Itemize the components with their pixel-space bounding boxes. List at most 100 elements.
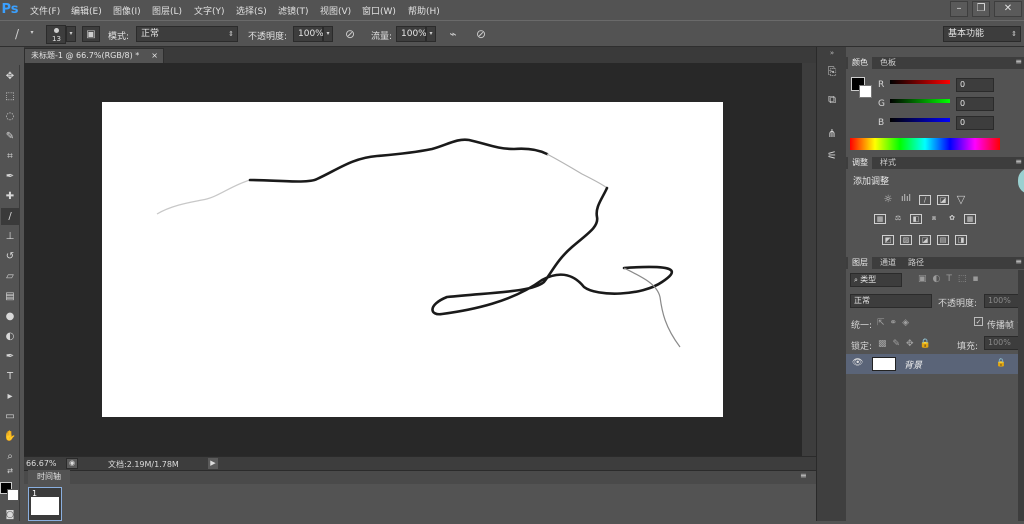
brightness-contrast-icon[interactable]: ☼ [882, 195, 894, 205]
brush-tool-icon[interactable]: / [8, 26, 26, 43]
crop-tool-icon[interactable]: ⌗ [1, 148, 19, 165]
type-tool-icon[interactable]: T [1, 368, 19, 385]
move-tool-icon[interactable]: ✥ [1, 68, 19, 85]
color-lookup-icon[interactable]: ▦ [964, 214, 976, 224]
invert-icon[interactable]: ◩ [882, 235, 894, 245]
history-panel-icon[interactable]: ⎘ [823, 65, 841, 81]
color-balance-icon[interactable]: ⚖ [892, 214, 904, 224]
eye-visibility-icon[interactable]: 👁 [852, 358, 863, 368]
status-menu-arrow-icon[interactable]: ▶ [208, 458, 218, 469]
layers-scrollbar[interactable] [1018, 270, 1024, 521]
brush-size-arrow-icon[interactable]: ▾ [66, 26, 76, 42]
posterize-icon[interactable]: ▨ [900, 235, 912, 245]
marquee-tool-icon[interactable]: ⬚ [1, 88, 19, 105]
menu-type[interactable]: 文字(Y) [194, 4, 225, 17]
background-color-swatch[interactable] [7, 489, 19, 501]
gradient-map-icon[interactable]: ▤ [937, 235, 949, 245]
swap-colors-icon[interactable]: ⇄ [1, 466, 19, 476]
close-tab-icon[interactable]: × [151, 49, 158, 62]
airbrush-icon[interactable]: ⌁ [444, 26, 462, 43]
selective-color-icon[interactable]: ◨ [955, 235, 967, 245]
unify-icons[interactable]: ⇱⚭◈ [877, 318, 914, 328]
panel-menu-icon[interactable]: ≡ [800, 471, 807, 480]
pen-tool-icon[interactable]: ✒ [1, 348, 19, 365]
eyedropper-tool-icon[interactable]: ✒ [1, 168, 19, 185]
quick-mask-icon[interactable]: ◙ [1, 507, 19, 524]
collapse-icon[interactable]: » [818, 50, 846, 57]
timeline-tab[interactable]: 时间轴 [28, 470, 70, 484]
background-color-swatch[interactable] [859, 85, 872, 98]
workspace-select[interactable]: 基本功能 ⇕ [943, 26, 1021, 42]
doc-info-icon[interactable]: ◉ [66, 458, 78, 469]
gradient-tool-icon[interactable]: ▤ [1, 288, 19, 305]
panel-menu-icon[interactable]: ≡ [1015, 157, 1022, 166]
path-select-tool-icon[interactable]: ▸ [1, 388, 19, 405]
opacity-arrow-icon[interactable]: ▾ [323, 26, 333, 42]
menu-window[interactable]: 窗口(W) [362, 4, 396, 17]
properties-panel-icon[interactable]: ⚟ [823, 149, 841, 165]
hue-saturation-icon[interactable]: ▦ [874, 214, 886, 224]
fill-input[interactable]: 100% [984, 336, 1022, 350]
tab-swatches[interactable]: 色板 [876, 57, 900, 69]
curves-icon[interactable]: ∕ [919, 195, 931, 205]
menu-image[interactable]: 图像(I) [113, 4, 141, 17]
tab-adjustments[interactable]: 调整 [848, 157, 872, 169]
threshold-icon[interactable]: ◪ [919, 235, 931, 245]
document-tab[interactable]: 未标题-1 @ 66.7%(RGB/8) * × [24, 48, 164, 63]
tab-color[interactable]: 颜色 [848, 57, 872, 69]
menu-filter[interactable]: 滤镜(T) [278, 4, 309, 17]
layer-kind-filter[interactable]: ⌕ 类型 [850, 273, 902, 287]
lock-icons[interactable]: ▩✎✥🔒 [878, 339, 937, 349]
r-slider[interactable] [890, 80, 950, 84]
brush-preset-picker[interactable]: 13 [46, 25, 66, 44]
pressure-size-icon[interactable]: ⊘ [472, 26, 490, 43]
dodge-tool-icon[interactable]: ◐ [1, 328, 19, 345]
hand-tool-icon[interactable]: ✋ [1, 428, 19, 445]
opacity-input[interactable]: 100% [293, 26, 324, 42]
blur-tool-icon[interactable]: ● [1, 308, 19, 325]
g-slider[interactable] [890, 99, 950, 103]
menu-layer[interactable]: 图层(L) [152, 4, 182, 17]
layer-filter-icons[interactable]: ▣◐T⬚▪ [918, 274, 984, 284]
flow-input[interactable]: 100% [396, 26, 427, 42]
actions-panel-icon[interactable]: ⧉ [823, 93, 841, 109]
tab-styles[interactable]: 样式 [876, 157, 900, 169]
menu-select[interactable]: 选择(S) [236, 4, 267, 17]
menu-file[interactable]: 文件(F) [30, 4, 60, 17]
zoom-tool-icon[interactable]: ⌕ [1, 448, 19, 465]
photo-filter-icon[interactable]: ⧈ [928, 214, 940, 224]
document-canvas[interactable] [102, 102, 723, 417]
clone-stamp-tool-icon[interactable]: ⊥ [1, 228, 19, 245]
menu-edit[interactable]: 编辑(E) [71, 4, 102, 17]
exposure-icon[interactable]: ◪ [937, 195, 949, 205]
quick-select-tool-icon[interactable]: ✎ [1, 128, 19, 145]
minimize-icon[interactable]: – [950, 1, 968, 17]
g-value-input[interactable]: 0 [956, 97, 994, 111]
color-spectrum-bar[interactable] [850, 138, 1000, 150]
lasso-tool-icon[interactable]: ◌ [1, 108, 19, 125]
flow-arrow-icon[interactable]: ▾ [426, 26, 436, 42]
black-white-icon[interactable]: ◧ [910, 214, 922, 224]
b-slider[interactable] [890, 118, 950, 122]
vibrance-icon[interactable]: ▽ [955, 194, 967, 205]
layer-opacity-input[interactable]: 100% [984, 294, 1022, 308]
blend-mode-select[interactable]: 正常 [850, 294, 932, 308]
eraser-tool-icon[interactable]: ▱ [1, 268, 19, 285]
levels-icon[interactable]: ılıl [900, 195, 912, 205]
channel-mixer-icon[interactable]: ✿ [946, 214, 958, 224]
healing-brush-tool-icon[interactable]: ✚ [1, 188, 19, 205]
mode-select[interactable]: 正常 ⇕ [136, 26, 238, 42]
close-icon[interactable]: ✕ [994, 1, 1022, 17]
tab-layers[interactable]: 图层 [848, 257, 872, 269]
tool-preset-arrow-icon[interactable]: ▾ [27, 26, 37, 42]
propagate-checkbox[interactable]: ✓ [974, 317, 983, 326]
tab-paths[interactable]: 路径 [904, 257, 928, 269]
zoom-level[interactable]: 66.67% [26, 459, 57, 468]
shape-tool-icon[interactable]: ▭ [1, 408, 19, 425]
menu-view[interactable]: 视图(V) [320, 4, 351, 17]
r-value-input[interactable]: 0 [956, 78, 994, 92]
layer-row-background[interactable]: 👁 背景 🔒 [846, 354, 1018, 374]
brush-panel-toggle-icon[interactable]: ▣ [82, 26, 100, 42]
panel-menu-icon[interactable]: ≡ [1015, 257, 1022, 266]
history-brush-tool-icon[interactable]: ↺ [1, 248, 19, 265]
